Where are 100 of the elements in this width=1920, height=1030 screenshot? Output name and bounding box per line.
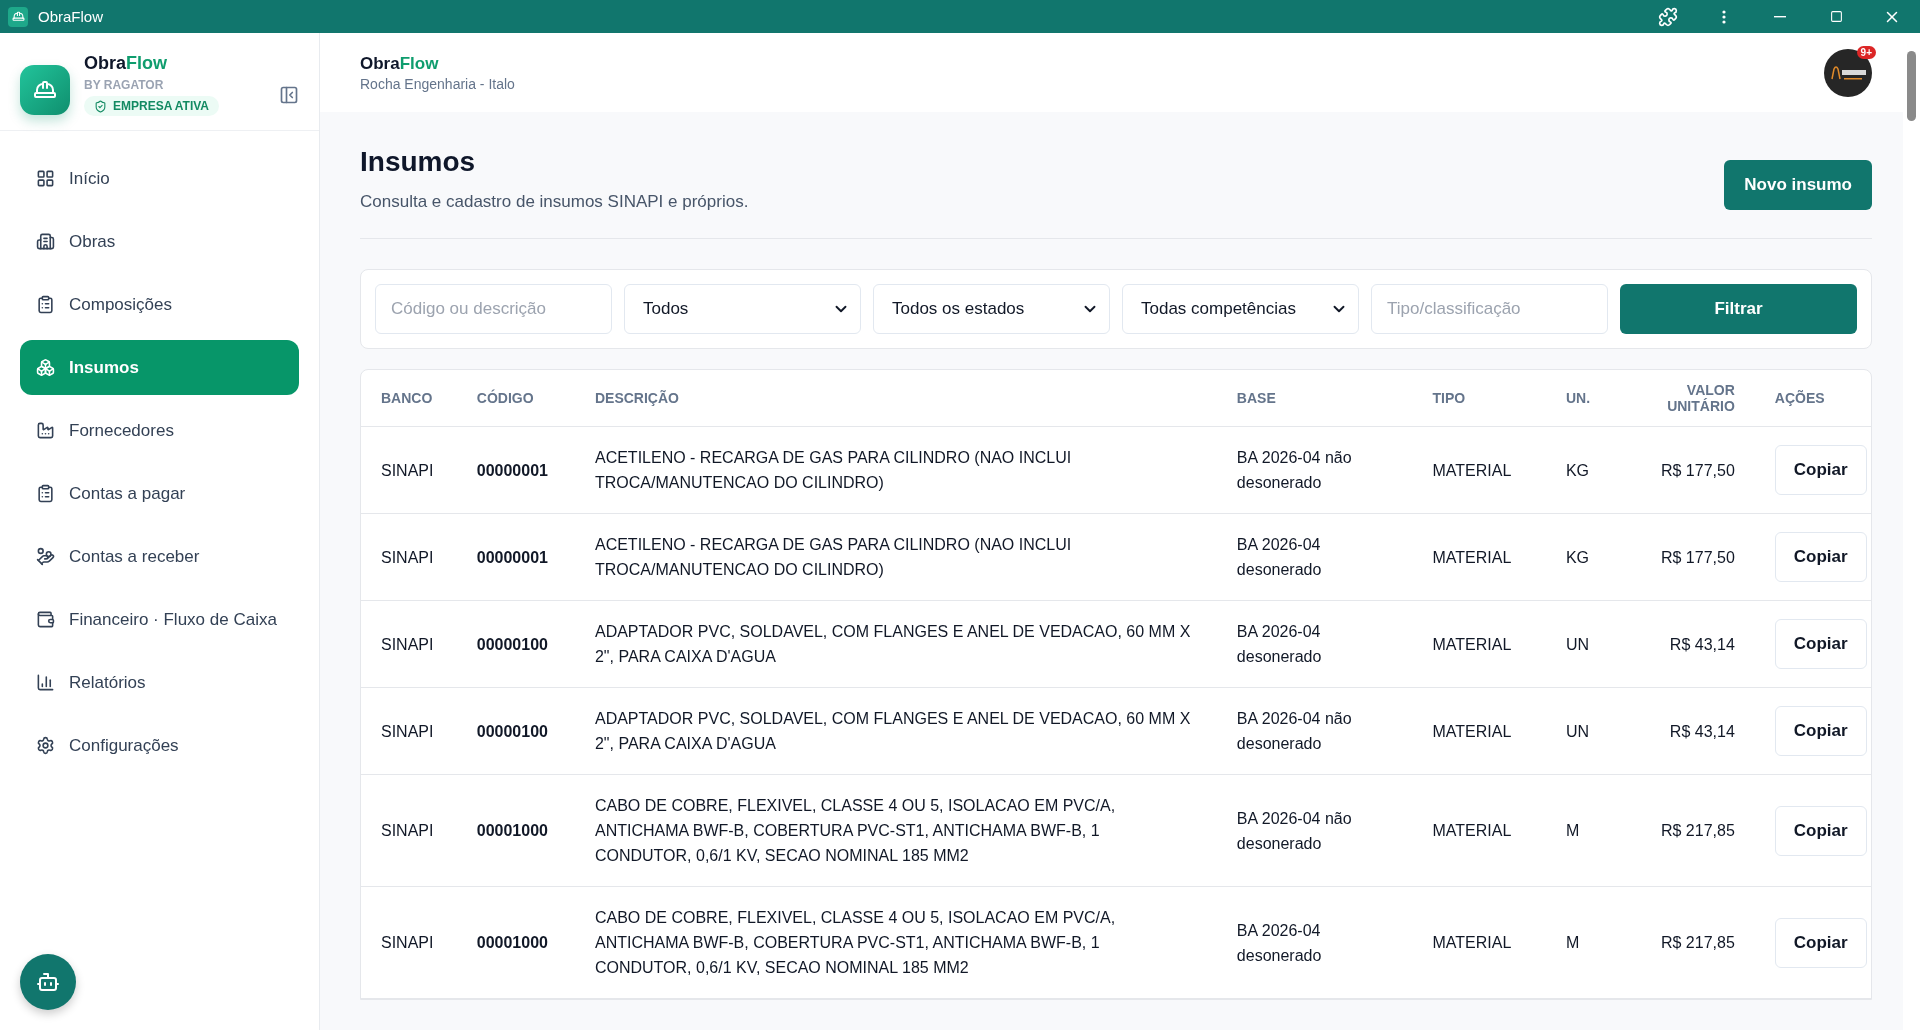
column-header: AÇÕES bbox=[1754, 370, 1871, 427]
sidebar-item[interactable]: Configurações bbox=[20, 718, 299, 773]
settings-icon bbox=[36, 736, 55, 755]
table-cell: R$ 217,85 bbox=[1637, 774, 1755, 887]
table-cell: ADAPTADOR PVC, SOLDAVEL, COM FLANGES E ANEL DE VEDACAO, 60 MM X 2", PARA CAIXA D'AGUA bbox=[574, 687, 1217, 775]
table-cell: BA 2026-04 desonerado bbox=[1216, 513, 1413, 601]
select-field[interactable]: Todas competências bbox=[1122, 284, 1359, 334]
sidebar-item[interactable]: Obras bbox=[20, 214, 299, 269]
new-item-button[interactable]: Novo insumo bbox=[1724, 160, 1872, 210]
boxes-icon bbox=[36, 358, 55, 377]
column-header: DESCRIÇÃO bbox=[574, 370, 1217, 427]
column-header: UN. bbox=[1545, 370, 1638, 427]
company-name: Rocha Engenharia - Italo bbox=[360, 75, 516, 92]
wallet-icon bbox=[36, 610, 55, 629]
table-cell: R$ 217,85 bbox=[1637, 886, 1755, 999]
notification-badge: 9+ bbox=[1856, 45, 1876, 59]
sidebar-item[interactable]: Contas a receber bbox=[20, 529, 299, 584]
table-cell: 00001000 bbox=[456, 774, 575, 887]
table-cell: MATERIAL bbox=[1412, 687, 1546, 775]
column-header: BANCO bbox=[361, 370, 457, 427]
hand-coins-icon bbox=[36, 547, 55, 566]
brand-name: ObraFlow bbox=[84, 53, 167, 74]
table-cell: M bbox=[1545, 886, 1638, 999]
clipboard-icon bbox=[36, 295, 55, 314]
factory-icon bbox=[36, 421, 55, 440]
table-cell: MATERIAL bbox=[1412, 426, 1546, 514]
sidebar-item[interactable]: Financeiro · Fluxo de Caixa bbox=[20, 592, 299, 647]
app-icon bbox=[8, 6, 28, 27]
copy-button[interactable]: Copiar bbox=[1774, 445, 1867, 495]
page-title: Insumos bbox=[360, 146, 477, 178]
table-cell: 00000100 bbox=[456, 600, 575, 688]
hard-hat-logo bbox=[20, 65, 70, 115]
window-title: ObraFlow bbox=[38, 8, 104, 25]
table-cell: R$ 43,14 bbox=[1637, 600, 1755, 688]
table-cell: R$ 177,50 bbox=[1637, 426, 1755, 514]
collapse-sidebar-button[interactable] bbox=[279, 85, 299, 105]
select-field[interactable]: Todos os estados bbox=[873, 284, 1110, 334]
table-cell: BA 2026-04 desonerado bbox=[1216, 886, 1413, 999]
filter-button[interactable]: Filtrar bbox=[1620, 284, 1857, 334]
table-cell: 00000001 bbox=[456, 513, 575, 601]
search-field[interactable]: Tipo/classificação bbox=[1371, 284, 1608, 334]
more-icon bbox=[1722, 9, 1726, 24]
column-header: CÓDIGO bbox=[456, 370, 575, 427]
assistant-bot-button[interactable] bbox=[20, 954, 76, 1010]
table-cell: SINAPI bbox=[361, 687, 457, 775]
table-cell: UN bbox=[1545, 600, 1638, 688]
table-cell: SINAPI bbox=[361, 513, 457, 601]
sidebar-item[interactable]: Contas a pagar bbox=[20, 466, 299, 521]
bot-icon bbox=[36, 970, 60, 994]
clipboard-icon bbox=[36, 484, 55, 503]
table-cell: BA 2026-04 não desonerado bbox=[1216, 687, 1413, 775]
select-field[interactable]: Todos bbox=[624, 284, 861, 334]
table-cell: R$ 177,50 bbox=[1637, 513, 1755, 601]
sidebar-item[interactable]: Início bbox=[20, 151, 299, 206]
grid-icon bbox=[36, 169, 55, 188]
puzzle-icon bbox=[1658, 6, 1678, 27]
sidebar-item[interactable]: Relatórios bbox=[20, 655, 299, 710]
minimize-icon bbox=[1774, 15, 1786, 18]
table-cell: M bbox=[1545, 774, 1638, 887]
table-cell: ACETILENO - RECARGA DE GAS PARA CILINDRO (NAO INCLUI TROCA/MANUTENCAO DO CILINDRO) bbox=[574, 513, 1217, 601]
table-cell: MATERIAL bbox=[1412, 886, 1546, 999]
table-cell: ADAPTADOR PVC, SOLDAVEL, COM FLANGES E ANEL DE VEDACAO, 60 MM X 2", PARA CAIXA D'AGUA bbox=[574, 600, 1217, 688]
copy-button[interactable]: Copiar bbox=[1774, 706, 1867, 756]
copy-button[interactable]: Copiar bbox=[1774, 619, 1867, 669]
table-cell: BA 2026-04 desonerado bbox=[1216, 600, 1413, 688]
maximize-icon bbox=[1829, 10, 1843, 23]
brand-byline: BY RAGATOR bbox=[84, 78, 164, 92]
copy-button[interactable]: Copiar bbox=[1774, 917, 1867, 968]
column-header: BASE bbox=[1216, 370, 1413, 427]
status-badge: EMPRESA ATIVA bbox=[84, 96, 219, 116]
table-cell: MATERIAL bbox=[1412, 513, 1546, 601]
column-header: TIPO bbox=[1412, 370, 1546, 427]
table-cell: 00000001 bbox=[456, 426, 575, 514]
table-cell: SINAPI bbox=[361, 886, 457, 999]
page-subtitle: Consulta e cadastro de insumos SINAPI e próprios. bbox=[360, 192, 750, 212]
table-cell: ACETILENO - RECARGA DE GAS PARA CILINDRO (NAO INCLUI TROCA/MANUTENCAO DO CILINDRO) bbox=[574, 426, 1217, 514]
sidebar-item[interactable]: Fornecedores bbox=[20, 403, 299, 458]
building-icon bbox=[36, 232, 55, 251]
table-cell: CABO DE COBRE, FLEXIVEL, CLASSE 4 OU 5, ISOLACAO EM PVC/A, ANTICHAMA BWF-B, COBERTURA PVC-ST1, ANTICHAMA BWF-B, 1 CONDUTOR, 0,6/1 KV, SECAO NOMINAL 185 MM2 bbox=[574, 774, 1217, 887]
bar-chart-icon bbox=[36, 673, 55, 692]
table-cell: UN bbox=[1545, 687, 1638, 775]
search-field[interactable]: Código ou descrição bbox=[375, 284, 612, 334]
copy-button[interactable]: Copiar bbox=[1774, 805, 1867, 856]
sidebar-item[interactable]: Insumos bbox=[20, 340, 299, 395]
table-cell: MATERIAL bbox=[1412, 600, 1546, 688]
table-cell: SINAPI bbox=[361, 774, 457, 887]
table-cell: CABO DE COBRE, FLEXIVEL, CLASSE 4 OU 5, ISOLACAO EM PVC/A, ANTICHAMA BWF-B, COBERTURA PVC-ST1, ANTICHAMA BWF-B, 1 CONDUTOR, 0,6/1 KV, SECAO NOMINAL 185 MM2 bbox=[574, 886, 1217, 999]
table-cell: R$ 43,14 bbox=[1637, 687, 1755, 775]
column-header: VALOR UNITÁRIO bbox=[1637, 370, 1755, 427]
sidebar-item[interactable]: Composições bbox=[20, 277, 299, 332]
table-cell: MATERIAL bbox=[1412, 774, 1546, 887]
table-cell: BA 2026-04 não desonerado bbox=[1216, 426, 1413, 514]
table-cell: BA 2026-04 não desonerado bbox=[1216, 774, 1413, 887]
table-cell: 00001000 bbox=[456, 886, 575, 999]
app-name: ObraFlow bbox=[360, 53, 440, 74]
table-cell: SINAPI bbox=[361, 600, 457, 688]
table-cell: KG bbox=[1545, 513, 1638, 601]
copy-button[interactable]: Copiar bbox=[1774, 532, 1867, 582]
table-cell: KG bbox=[1545, 426, 1638, 514]
table-cell: 00000100 bbox=[456, 687, 575, 775]
